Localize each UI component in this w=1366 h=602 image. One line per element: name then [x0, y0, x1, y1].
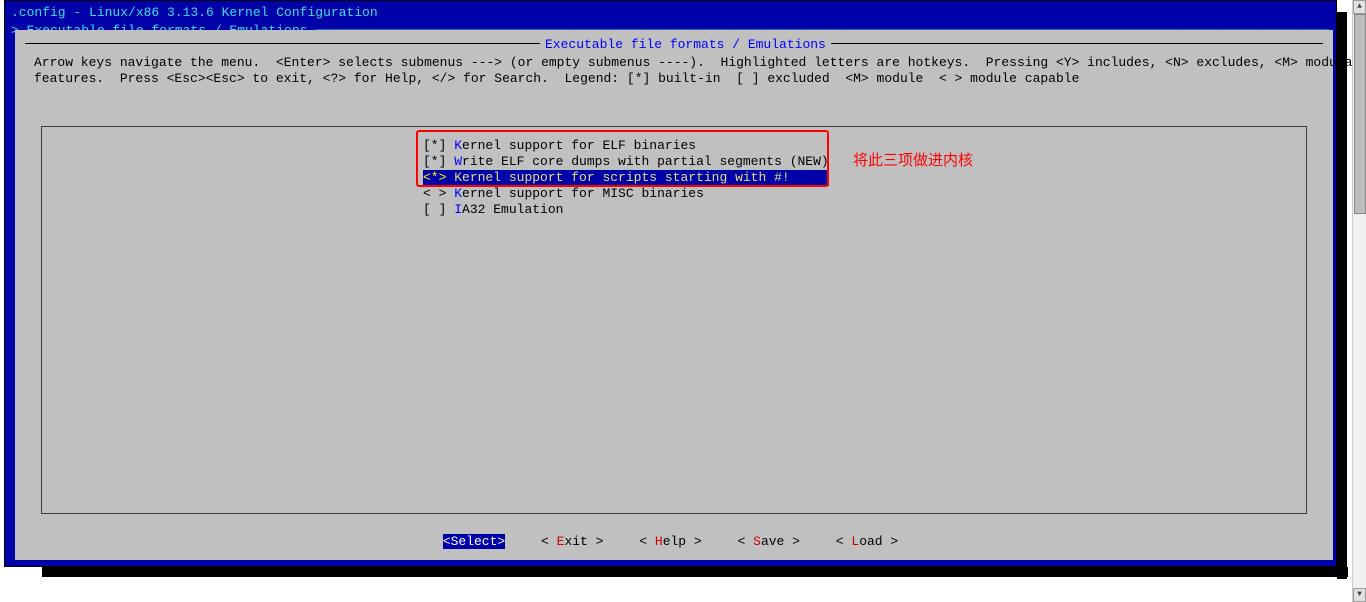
option-list: [*] Kernel support for ELF binaries [*] …: [423, 138, 829, 218]
load-button[interactable]: < Load >: [836, 534, 898, 549]
help-button[interactable]: < Help >: [639, 534, 701, 549]
main-window: .config - Linux/x86 3.13.6 Kernel Config…: [4, 0, 1337, 567]
window-shadow-bottom: [42, 567, 1348, 577]
option-ia32-emulation[interactable]: [ ] IA32 Emulation: [423, 202, 829, 218]
scroll-up-icon[interactable]: ▲: [1353, 0, 1366, 14]
annotation-text: 将此三项做进内核: [853, 149, 973, 170]
save-button[interactable]: < Save >: [738, 534, 800, 549]
scroll-down-icon[interactable]: ▼: [1353, 588, 1366, 602]
select-button[interactable]: <Select>: [443, 534, 505, 549]
option-elf-core-dumps[interactable]: [*] Write ELF core dumps with partial se…: [423, 154, 829, 170]
scroll-thumb[interactable]: [1354, 14, 1366, 214]
option-scripts-shebang[interactable]: <*> Kernel support for scripts starting …: [423, 170, 829, 186]
vertical-scrollbar[interactable]: ▲ ▼: [1352, 0, 1366, 602]
button-bar: <Select> < Exit > < Help > < Save > < Lo…: [5, 534, 1336, 549]
submenu-title: Executable file formats / Emulations: [540, 37, 831, 52]
exit-button[interactable]: < Exit >: [541, 534, 603, 549]
window-title: .config - Linux/x86 3.13.6 Kernel Config…: [11, 5, 378, 20]
window-shadow-right: [1337, 12, 1347, 579]
option-misc-binaries[interactable]: < > Kernel support for MISC binaries: [423, 186, 829, 202]
option-elf-binaries[interactable]: [*] Kernel support for ELF binaries: [423, 138, 829, 154]
help-text: Arrow keys navigate the menu. <Enter> se…: [34, 55, 1314, 87]
